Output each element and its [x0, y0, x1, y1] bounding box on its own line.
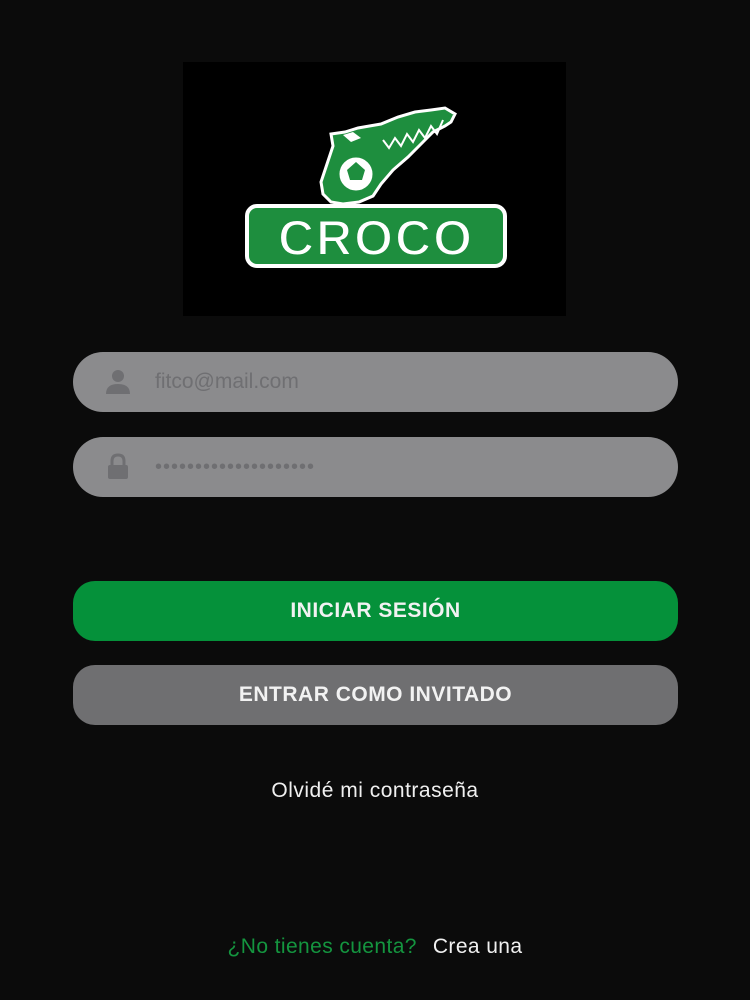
no-account-text: ¿No tienes cuenta? — [227, 935, 417, 958]
lock-icon — [101, 450, 135, 484]
email-input[interactable] — [155, 362, 635, 402]
user-icon — [101, 365, 135, 399]
login-button[interactable]: INICIAR SESIÓN — [73, 581, 678, 641]
croco-logo-icon: CROCO — [245, 106, 507, 268]
create-account-link[interactable]: Crea una — [433, 935, 523, 958]
forgot-password-link[interactable]: Olvidé mi contraseña — [0, 779, 750, 803]
logo-wordmark: CROCO — [278, 210, 474, 266]
password-field[interactable] — [73, 437, 678, 497]
brand-logo: CROCO — [183, 62, 566, 316]
password-input[interactable] — [155, 447, 635, 487]
guest-button[interactable]: ENTRAR COMO INVITADO — [73, 665, 678, 725]
login-screen: CROCO INICIAR SESIÓN ENTRAR COMO INVITAD… — [0, 0, 750, 1000]
signup-prompt: ¿No tienes cuenta? Crea una — [0, 935, 750, 959]
email-field[interactable] — [73, 352, 678, 412]
